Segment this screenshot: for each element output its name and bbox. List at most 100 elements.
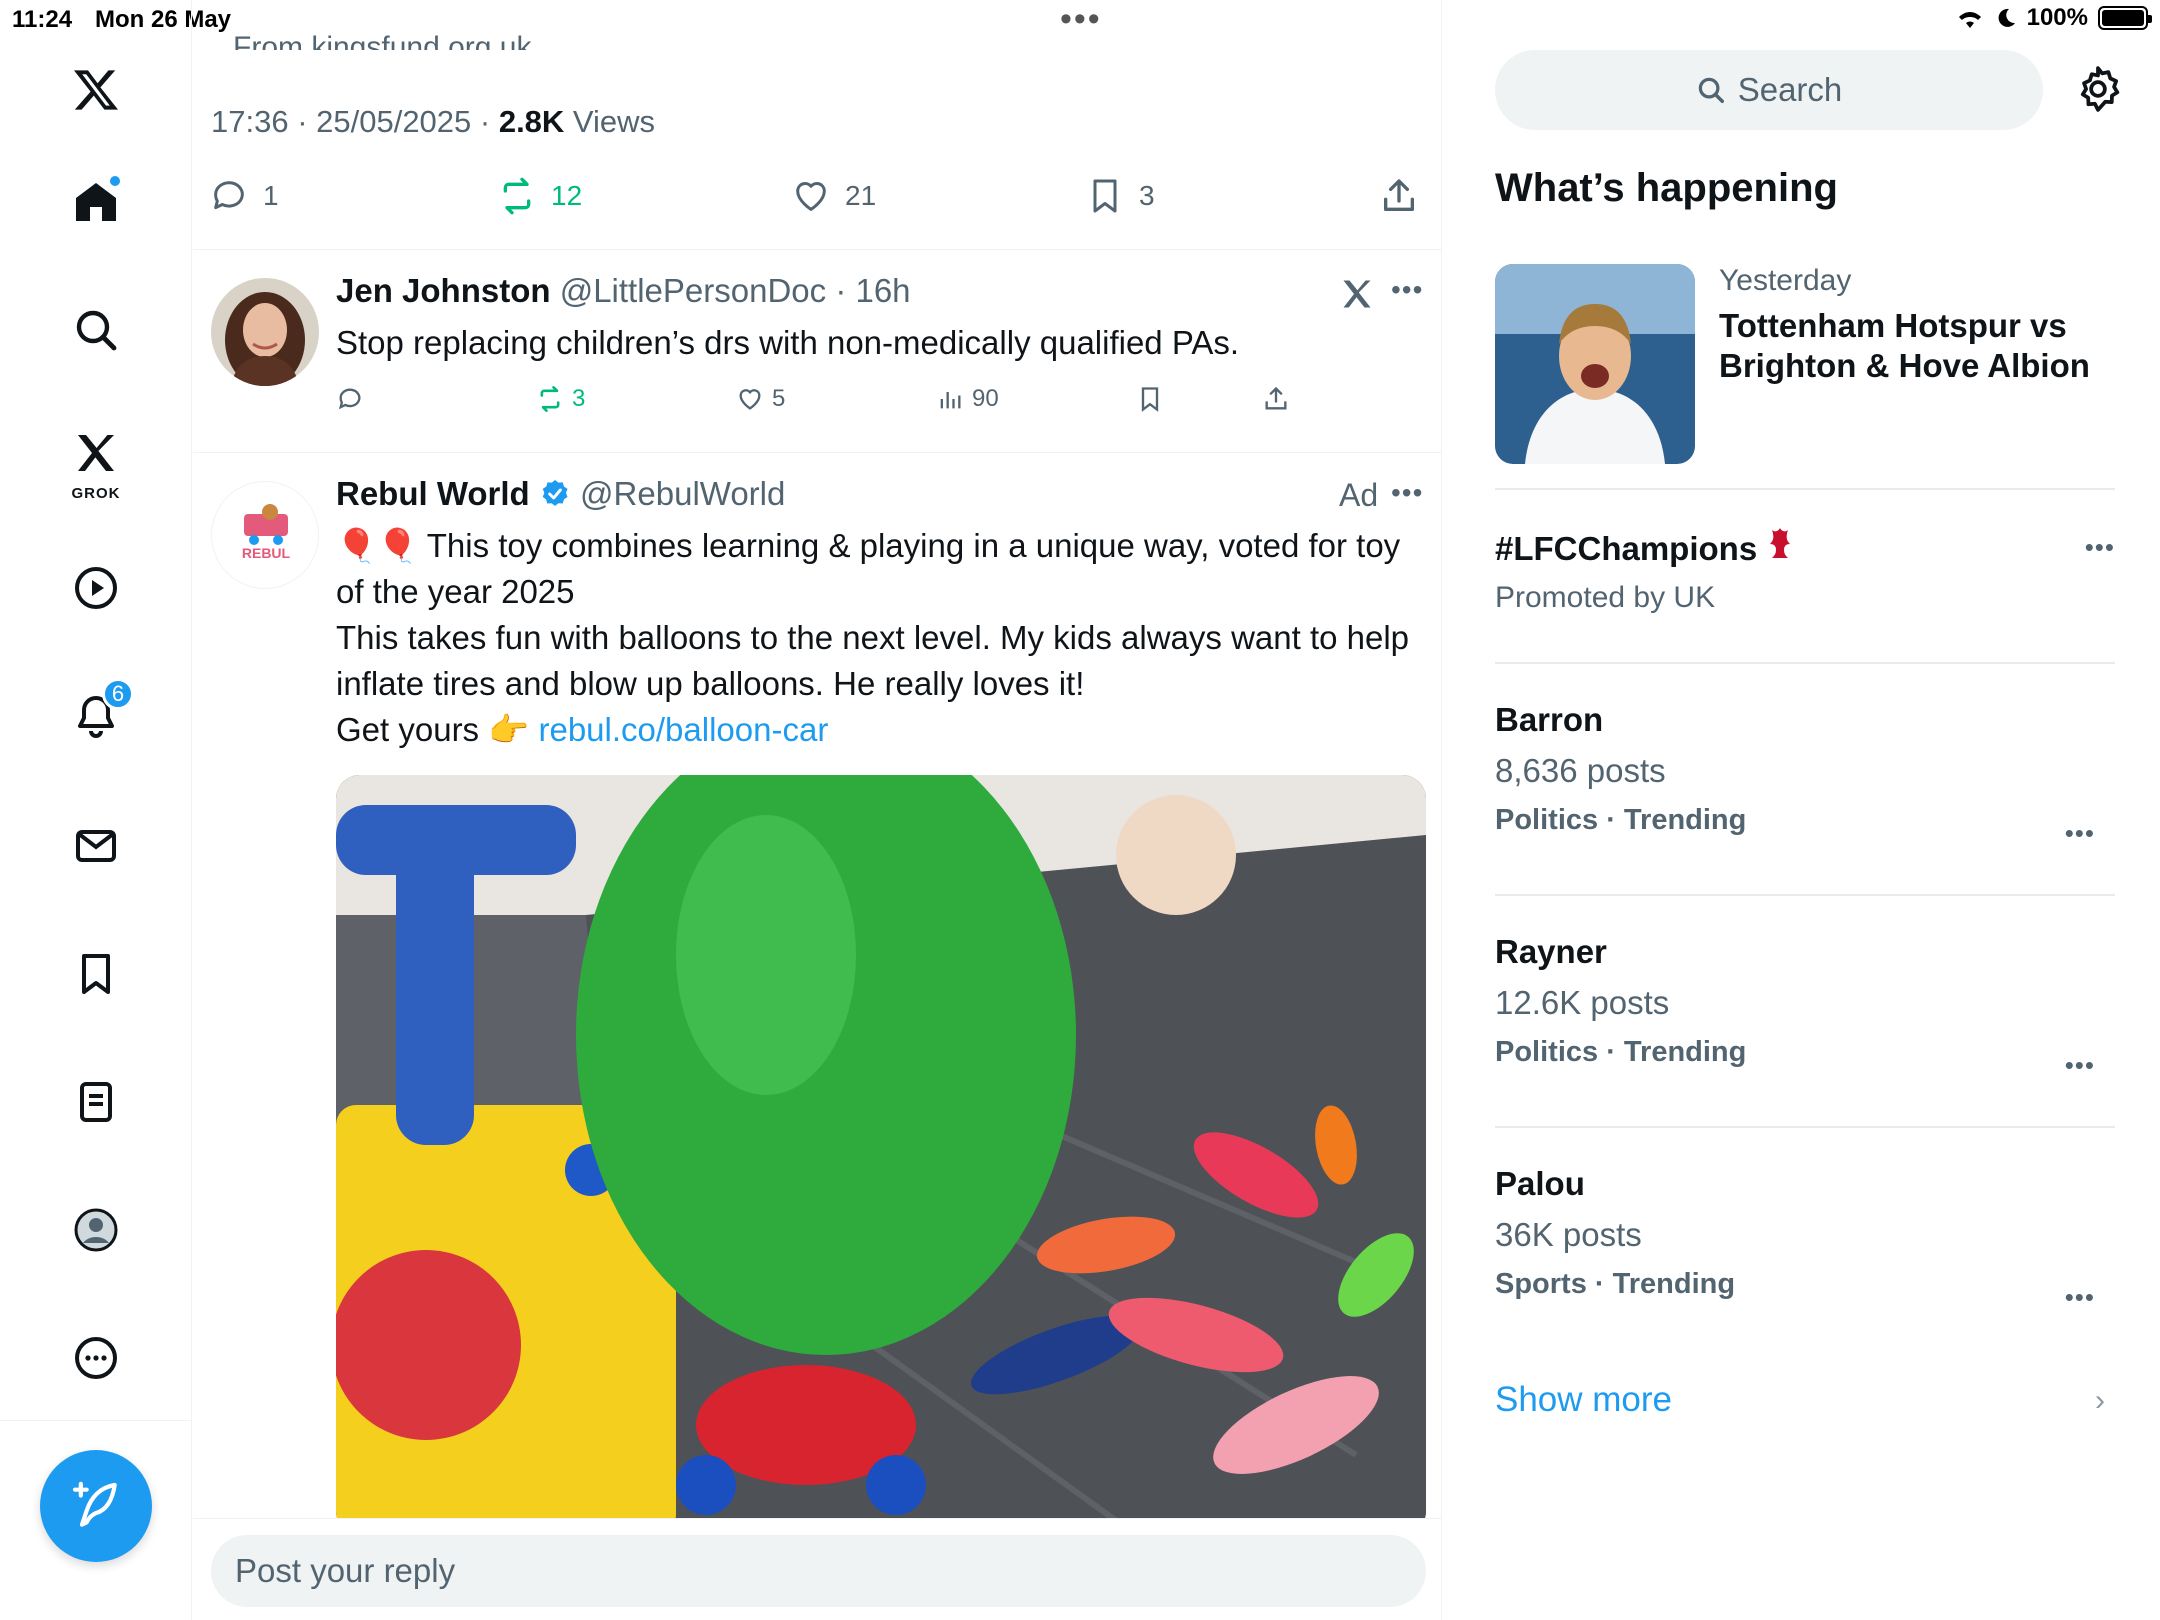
whats-happening-title: What’s happening [1495,166,1838,210]
featured-trend-text: Yesterday Tottenham Hotspur vs Brighton … [1719,264,2119,386]
reply-count: 1 [263,180,279,211]
tweet-header: Rebul World @RebulWorld [336,475,785,513]
trend-title: Barron [1495,701,1604,738]
search-input[interactable]: Search [1495,50,2043,130]
heart-icon [739,389,761,410]
share-button[interactable] [1262,385,1290,413]
bookmark-button[interactable] [1136,385,1164,413]
share-button[interactable] [1379,176,1419,216]
ad-link[interactable]: rebul.co/balloon-car [538,711,828,748]
x-logo-icon[interactable] [56,50,136,130]
like-button[interactable]: 21 [791,176,876,216]
explore-search-icon[interactable] [56,290,136,370]
grok-explain-icon[interactable] [1339,276,1375,312]
ad-video-media[interactable] [336,775,1426,1535]
reply-button[interactable] [336,385,364,413]
verified-badge-icon [542,480,568,506]
more-options-icon[interactable] [56,1318,136,1398]
search-placeholder: Search [1737,71,1843,108]
profile-avatar-icon[interactable] [56,1190,136,1270]
jen-johnston-avatar[interactable] [211,278,319,386]
bookmark-icon [1141,387,1159,412]
repost-count: 12 [551,180,583,211]
repost-button[interactable]: 3 [536,385,585,413]
trend-posts: 8,636 posts [1495,752,1666,789]
trend-more-icon[interactable]: ••• [2065,1282,2095,1313]
views-button[interactable]: 90 [936,385,999,413]
views-count: 2.8K [498,104,565,139]
right-sidebar: Search What’s happening Yesterday Totten… [1443,0,2160,1620]
nav-divider [0,1420,192,1421]
trend-posts: 36K posts [1495,1216,1642,1253]
home-unread-dot [108,174,122,188]
search-icon [1698,77,1724,103]
trend-category: Politics · Trending [1495,804,1747,836]
trend-item[interactable]: Barron 8,636 posts Politics · Trending •… [1495,700,2115,870]
grok-icon[interactable]: GROK [56,412,136,508]
like-button[interactable]: 5 [736,385,785,413]
link-source-text: From kingsfund.org.uk [233,31,532,50]
featured-trend-title: Tottenham Hotspur vs Brighton & Hove Alb… [1719,307,2090,384]
reply-tweet[interactable]: Jen Johnston @LittlePersonDoc · 16h ••• … [193,250,1441,452]
promoted-hashtag: #LFCChampions [1495,530,1758,567]
lfc-crest-icon [1770,528,1791,558]
trend-more-icon[interactable]: ••• [2085,532,2115,563]
trend-item[interactable]: Palou 36K posts Sports · Trending ••• [1495,1164,2115,1334]
repost-button[interactable]: 12 [497,176,582,216]
like-count: 5 [772,385,786,412]
lists-icon[interactable] [56,1062,136,1142]
reply-button[interactable]: 1 [209,176,279,216]
show-more-link[interactable]: Show more [1495,1380,1672,1420]
notifications-bell-icon[interactable]: 6 [56,676,136,756]
trend-title: Rayner [1495,933,1607,970]
ad-label: Ad [1339,477,1379,513]
tweet-more-icon[interactable]: ••• [1391,274,1423,306]
trend-more-icon[interactable]: ••• [2065,1050,2095,1081]
balloon-car-video-thumbnail [336,775,1426,1535]
grok-label: GROK [71,485,121,502]
author-handle-time[interactable]: @LittlePersonDoc · 16h [551,272,911,309]
messages-envelope-icon[interactable] [56,806,136,886]
bookmark-button[interactable]: 3 [1085,176,1155,216]
author-name[interactable]: Rebul World [336,475,530,512]
video-play-icon[interactable] [56,548,136,628]
focused-tweet-actions: 1 12 21 3 [209,176,1424,226]
promoted-trend-title: #LFCChampions [1495,526,2115,569]
repost-count: 3 [572,385,586,412]
reply-input[interactable] [211,1535,1426,1607]
trend-category: Sports · Trending [1495,1268,1736,1300]
rebul-world-avatar[interactable]: REBUL [211,481,319,589]
trend-item[interactable]: Rayner 12.6K posts Politics · Trending •… [1495,932,2115,1102]
ad-text-line1: 🎈🎈 This toy combines learning & playing … [336,527,1401,610]
views-chart-icon [940,392,961,409]
divider [1495,662,2115,664]
trend-more-icon[interactable]: ••• [2065,818,2095,849]
author-handle[interactable]: @RebulWorld [571,475,785,512]
promoted-trend[interactable]: #LFCChampions Promoted by UK ••• [1495,526,2115,636]
settings-gear-icon[interactable] [2073,64,2123,114]
trend-posts: 12.6K posts [1495,984,1670,1021]
bookmark-icon [1093,179,1117,213]
home-icon[interactable] [56,162,136,242]
share-icon [1384,179,1414,211]
reply-icon [214,181,244,210]
divider [1495,1126,2115,1128]
views-label: Views [564,104,656,139]
featured-trend-thumbnail [1495,264,1695,464]
share-icon [1265,386,1287,410]
featured-trend[interactable]: Yesterday Tottenham Hotspur vs Brighton … [1495,264,2115,464]
author-name[interactable]: Jen Johnston [336,272,551,309]
divider [1495,894,2115,896]
ad-text-line2: This takes fun with balloons to the next… [336,619,1410,702]
tweet-text: Stop replacing children’s drs with non-m… [336,324,1240,361]
featured-trend-time: Yesterday [1719,264,1852,297]
tweet-timestamp: 17:36 · 25/05/2025 · [211,104,499,139]
bookmarks-icon[interactable] [56,934,136,1014]
tweet-more-icon[interactable]: ••• [1391,477,1423,509]
chevron-right-icon[interactable]: › [2095,1384,2105,1418]
compose-post-button[interactable] [40,1450,152,1562]
reply-tweet-actions: 3 5 90 [336,385,1296,421]
promoted-by: Promoted by UK [1495,581,1716,614]
avatar-logo-text: REBUL [242,545,291,561]
reply-icon [338,388,361,410]
